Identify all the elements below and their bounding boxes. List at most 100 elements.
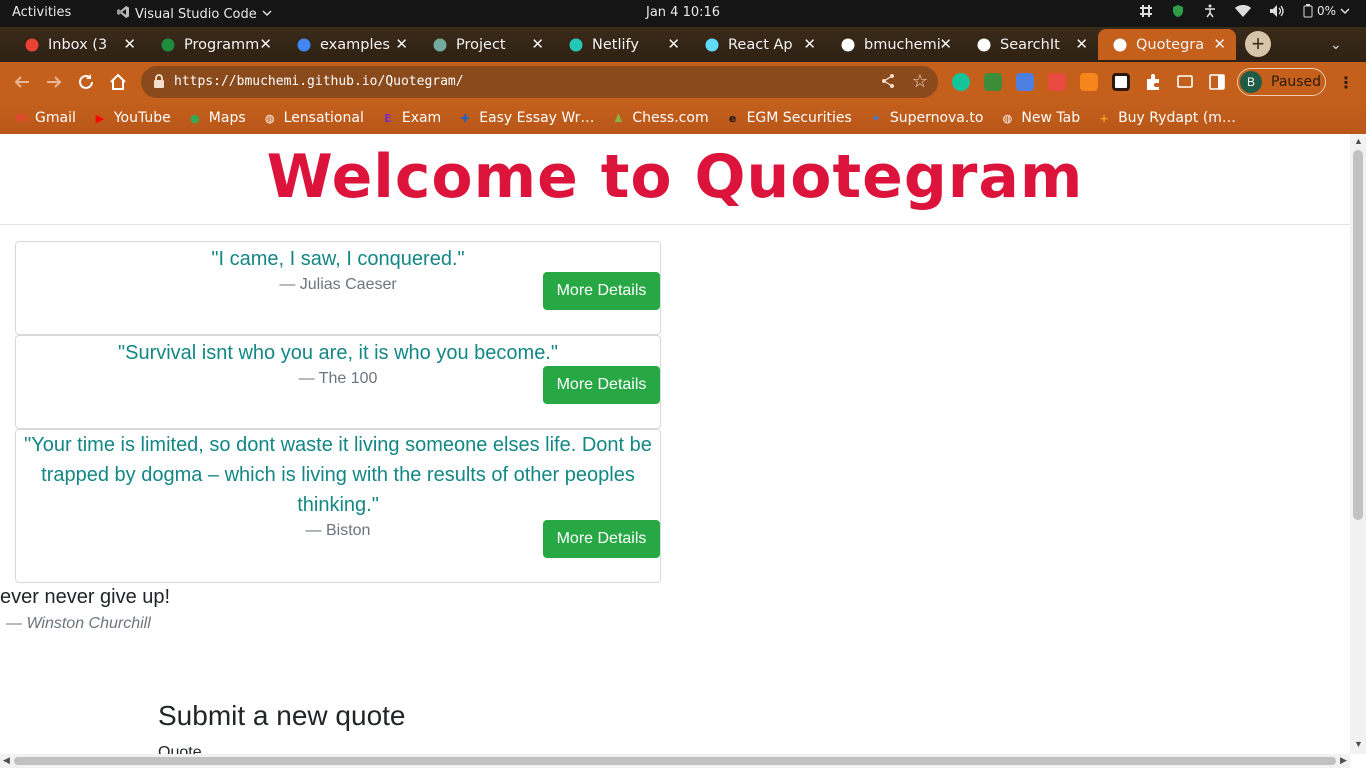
shield-icon[interactable] [1171,4,1185,18]
activities-button[interactable]: Activities [12,5,71,20]
close-tab-icon[interactable]: ✕ [531,35,544,53]
profile-button[interactable]: B Paused [1237,68,1326,96]
tab-strip: Inbox (3 ✕ Programm ✕ examples ✕ Project ✕ Netli… [0,27,1366,62]
scroll-right-arrow-icon[interactable]: ▶ [1340,755,1347,766]
arrow-left-icon [14,76,29,88]
app-menu[interactable]: Visual Studio Code [116,5,272,23]
browser-menu-icon[interactable]: ⋮ [1338,73,1354,93]
essay-icon: ✚ [460,111,470,125]
share-icon[interactable] [880,73,896,94]
url-text[interactable]: https://bmuchemi.github.io/Quotegram/ [174,74,464,89]
home-icon [110,73,126,90]
system-tray[interactable]: 0% [1139,4,1350,18]
bookmark-label: Buy Rydapt (m… [1118,110,1236,126]
browser-tab[interactable]: Project ✕ [418,29,554,60]
close-tab-icon[interactable]: ✕ [667,35,680,53]
bookmark-item[interactable]: ✚ Easy Essay Wr… [457,110,595,126]
vscode-icon [116,5,130,23]
battery-percent: 0% [1316,4,1336,18]
tab-title: Project [456,36,506,53]
bookmark-item[interactable]: ◍ Lensational [262,110,364,126]
more-details-button[interactable]: More Details [543,366,660,404]
angular-icon [976,37,992,53]
close-tab-icon[interactable]: ✕ [803,35,816,53]
vertical-scrollbar[interactable]: ▲ ▼ [1350,134,1366,754]
bookmark-star-icon[interactable]: ☆ [912,71,928,92]
new-tab-button[interactable]: + [1245,31,1271,57]
chevron-down-icon [1340,6,1350,16]
extensions-puzzle-icon[interactable] [1144,73,1162,91]
profile-status: Paused [1271,74,1322,90]
bookmark-item[interactable]: E Exam [380,110,441,126]
slack-icon[interactable] [1139,4,1153,18]
arrow-right-icon [47,76,62,88]
clock[interactable]: Jan 4 10:16 [646,5,720,20]
extension-badge-icon[interactable] [984,73,1002,91]
screen-capture-icon[interactable] [1016,73,1034,91]
battery-status[interactable]: 0% [1303,4,1350,18]
github-icon [840,37,856,53]
reload-button[interactable] [75,71,97,93]
tab-search-icon[interactable]: ⌄ [1330,36,1342,53]
tab-title: Quotegra [1136,36,1205,53]
more-details-button[interactable]: More Details [543,272,660,310]
browser-tab[interactable]: Programm ✕ [146,29,282,60]
cast-icon[interactable] [1176,73,1194,91]
close-tab-icon[interactable]: ✕ [1213,35,1226,53]
grammarly-icon[interactable] [952,73,970,91]
close-tab-icon[interactable]: ✕ [939,35,952,53]
address-bar[interactable]: https://bmuchemi.github.io/Quotegram/ ☆ [141,66,938,98]
lock-icon[interactable] [153,74,165,93]
more-details-button[interactable]: More Details [543,520,660,558]
scroll-up-arrow-icon[interactable]: ▲ [1354,136,1363,146]
close-tab-icon[interactable]: ✕ [1075,35,1088,53]
scroll-left-arrow-icon[interactable]: ◀ [3,755,10,766]
bookmark-item[interactable]: M Gmail [13,110,76,126]
browser-tab[interactable]: examples ✕ [282,29,418,60]
wifi-icon[interactable] [1234,4,1251,18]
browser-tab[interactable]: Quotegra ✕ [1098,29,1236,60]
bookmark-item[interactable]: ● Maps [187,110,246,126]
accessibility-icon[interactable] [1203,4,1217,18]
featured-quote: ever never give up! [0,586,171,608]
browser-tab[interactable]: React Ap ✕ [690,29,826,60]
globe-icon: ◍ [1002,111,1013,125]
bookmark-item[interactable]: ▶ YouTube [92,110,171,126]
scroll-down-arrow-icon[interactable]: ▼ [1354,739,1363,749]
horizontal-scrollbar[interactable]: ◀ ▶ [0,754,1350,768]
browser-tab[interactable]: bmuchemi ✕ [826,29,962,60]
side-panel-icon[interactable] [1208,73,1226,91]
bookmarks-bar: M Gmail ▶ YouTube ● Maps ◍ Lensational E Exam ✚ Eas… [0,102,1366,134]
bookmark-item[interactable]: ◍ New Tab [999,110,1081,126]
close-tab-icon[interactable]: ✕ [259,35,272,53]
close-tab-icon[interactable]: ✕ [395,35,408,53]
browser-toolbar: https://bmuchemi.github.io/Quotegram/ ☆ … [0,62,1366,102]
color-picker-icon[interactable] [1048,73,1066,91]
gmail-icon [24,37,40,53]
metamask-icon[interactable] [1080,73,1098,91]
bookmark-item[interactable]: e EGM Securities [725,110,852,126]
home-button[interactable] [107,71,129,93]
bookmark-item[interactable]: ✦ Supernova.to [868,110,983,126]
bookmark-label: YouTube [113,110,171,126]
volume-icon[interactable] [1269,4,1285,18]
tab-title: SearchIt [1000,36,1060,53]
forward-button[interactable] [43,71,65,93]
horizontal-scroll-thumb[interactable] [14,757,1336,765]
vertical-scroll-thumb[interactable] [1353,150,1363,520]
react-icon [704,37,720,53]
system-top-bar: Activities Visual Studio Code Jan 4 10:1… [0,0,1366,27]
avatar: B [1240,71,1262,93]
browser-tab[interactable]: SearchIt ✕ [962,29,1098,60]
qr-code-icon[interactable] [1112,73,1130,91]
bookmark-label: Exam [401,110,442,126]
back-button[interactable] [11,71,33,93]
bookmark-item[interactable]: ♟ Chess.com [610,110,708,126]
close-tab-icon[interactable]: ✕ [123,35,136,53]
browser-tab[interactable]: Netlify ✕ [554,29,690,60]
bookmark-item[interactable]: + Buy Rydapt (m… [1096,110,1236,126]
tab-title: Netlify [592,36,639,53]
bookmark-label: New Tab [1021,110,1081,126]
browser-tab[interactable]: Inbox (3 ✕ [10,29,146,60]
reload-icon [79,74,93,89]
